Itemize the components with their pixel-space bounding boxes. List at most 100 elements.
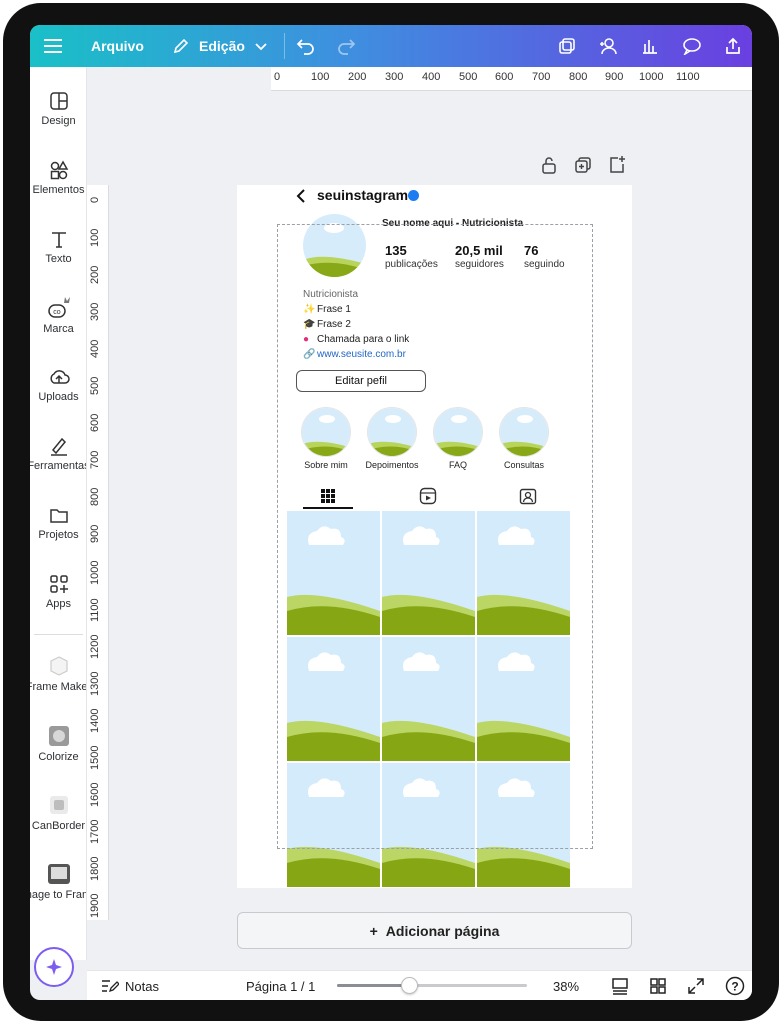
ruler-tick: 1000 [639, 71, 664, 83]
sidebar-item-tools[interactable]: Ferramentas [30, 436, 86, 496]
highlight-circle [367, 407, 417, 457]
duplicate-page-icon[interactable] [574, 155, 592, 175]
sidebar-item-label: Frame Maker [30, 681, 87, 693]
design-page[interactable]: seuinstagram Seu nome aqui - Nutricionis… [237, 185, 632, 888]
comments-button[interactable] [682, 25, 702, 67]
profile-tabs [285, 483, 585, 509]
sidebar-item-brand[interactable]: co Marca [30, 295, 86, 355]
shapes-icon [50, 160, 68, 180]
stat-value: 135 [385, 243, 407, 258]
landscape-placeholder-icon [287, 763, 380, 887]
post-tile[interactable] [287, 763, 380, 887]
pages-view-button[interactable] [611, 971, 629, 1000]
sidebar-item-design[interactable]: Design [30, 91, 86, 151]
stat-followers[interactable]: 20,5 mil seguidores [455, 243, 504, 270]
reels-icon [419, 487, 437, 505]
insights-button[interactable] [641, 25, 659, 67]
help-button[interactable]: ? [725, 971, 745, 1000]
edit-profile-button[interactable]: Editar pefil [296, 370, 426, 392]
profile-bio[interactable]: Nutricionista ✨ Frase 1 🎓 Frase 2 ● Chamada… [303, 287, 409, 362]
sidebar-item-canborder[interactable]: CanBorder [30, 794, 86, 854]
sidebar-item-frame-maker[interactable]: Frame Maker [30, 655, 87, 715]
profile-name-line[interactable]: Seu nome aqui - Nutricionista [382, 218, 523, 229]
zoom-slider-handle[interactable] [401, 977, 418, 994]
sidebar-item-uploads[interactable]: Uploads [30, 367, 86, 427]
highlight-consultations[interactable]: Consultas [494, 407, 554, 470]
bio-line-1: ✨ Frase 1 [303, 302, 409, 317]
profile-username[interactable]: seuinstagram [317, 187, 408, 203]
zoom-level[interactable]: 38% [553, 971, 579, 1000]
copy-icon [559, 38, 575, 54]
page-indicator[interactable]: Página 1 / 1 [246, 971, 315, 1000]
landscape-placeholder-icon [477, 637, 570, 761]
upload-cloud-icon [49, 370, 70, 384]
stat-following[interactable]: 76 seguindo [524, 243, 565, 270]
highlight-label: Sobre mim [304, 460, 348, 470]
post-tile[interactable] [477, 511, 570, 635]
stat-value: 76 [524, 243, 539, 258]
zoom-slider-fill [337, 984, 409, 987]
post-tile[interactable] [477, 763, 570, 887]
undo-button[interactable] [296, 25, 316, 67]
ruler-tick: 800 [569, 71, 588, 83]
grid-view-button[interactable] [649, 971, 667, 1000]
edit-menu[interactable]: Edição [172, 25, 268, 67]
ruler-tick: 300 [89, 302, 101, 321]
active-tab-indicator [303, 507, 353, 509]
copy-design-button[interactable] [558, 25, 576, 67]
add-page-icon[interactable] [608, 155, 626, 175]
sidebar-item-image-to-frame[interactable]: Image to Frame [30, 863, 86, 923]
colorize-icon [48, 726, 69, 746]
highlight-about[interactable]: Sobre mim [296, 407, 356, 470]
highlight-label: Depoimentos [365, 460, 419, 470]
highlight-faq[interactable]: FAQ [428, 407, 488, 470]
post-tile[interactable] [382, 511, 475, 635]
ruler-tick: 700 [532, 71, 551, 83]
landscape-placeholder-icon [382, 511, 475, 635]
tagged-person-icon [519, 488, 537, 505]
post-tile[interactable] [382, 763, 475, 887]
highlight-testimonials[interactable]: Depoimentos [362, 407, 422, 470]
bar-chart-icon [643, 40, 657, 54]
chevron-down-icon [255, 43, 267, 51]
fullscreen-button[interactable] [687, 971, 705, 1000]
post-tile[interactable] [287, 511, 380, 635]
sidebar-item-text[interactable]: Texto [30, 229, 86, 289]
post-tile[interactable] [287, 637, 380, 761]
hamburger-icon [44, 39, 62, 53]
landscape-placeholder-icon [500, 408, 548, 456]
landscape-placeholder-icon [382, 637, 475, 761]
redo-button[interactable] [336, 25, 356, 67]
zoom-slider[interactable] [337, 977, 527, 994]
sidebar-item-elements[interactable]: Elementos [30, 160, 86, 220]
file-menu[interactable]: Arquivo [91, 25, 144, 67]
left-sidebar: Design Elementos Texto co Marca Uploads … [30, 67, 87, 960]
folder-icon [49, 509, 68, 523]
sidebar-item-label: Projetos [38, 529, 79, 541]
notes-button[interactable]: Notas [101, 971, 159, 1000]
landscape-placeholder-icon [382, 763, 475, 887]
invite-people-button[interactable] [596, 25, 620, 67]
tab-posts-grid[interactable] [303, 483, 353, 509]
sidebar-item-label: Design [41, 115, 76, 127]
sidebar-item-label: Apps [45, 598, 72, 610]
toolbar-divider [284, 33, 285, 59]
magic-assistant-button[interactable] [34, 947, 74, 987]
sidebar-item-colorize[interactable]: Colorize [30, 725, 86, 785]
ruler-tick: 1500 [89, 745, 101, 770]
sidebar-item-projects[interactable]: Projetos [30, 505, 86, 565]
post-tile[interactable] [382, 637, 475, 761]
grid-icon [321, 489, 335, 503]
menu-button[interactable] [44, 25, 62, 67]
sidebar-item-label: Colorize [38, 751, 79, 763]
sidebar-item-apps[interactable]: Apps [30, 574, 86, 634]
profile-avatar[interactable] [303, 214, 366, 277]
tab-tagged[interactable] [503, 483, 553, 509]
bottom-status-bar: Notas Página 1 / 1 38% ? [87, 970, 752, 1000]
add-page-button[interactable]: + Adicionar página [237, 912, 632, 949]
stat-posts[interactable]: 135 publicações [385, 243, 438, 270]
share-button[interactable] [724, 25, 742, 67]
lock-icon[interactable] [540, 155, 558, 175]
tab-reels[interactable] [403, 483, 453, 509]
post-tile[interactable] [477, 637, 570, 761]
